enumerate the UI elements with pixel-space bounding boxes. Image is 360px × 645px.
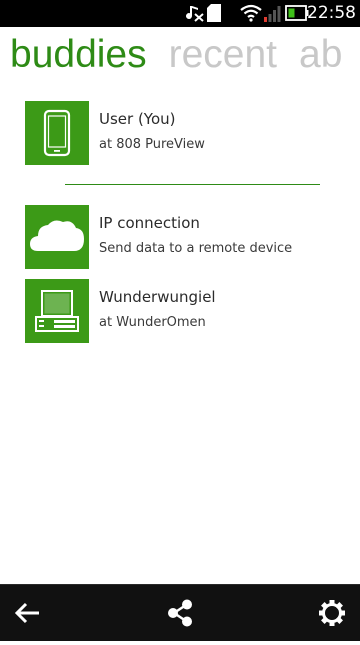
- status-bar: 22:58: [0, 0, 360, 27]
- buddy-title: User (You): [99, 110, 176, 128]
- buddy-subtitle: at 808 PureView: [99, 137, 205, 152]
- back-button[interactable]: [0, 585, 56, 641]
- share-icon: [168, 599, 192, 627]
- share-button[interactable]: [152, 585, 208, 641]
- phone-icon: [25, 101, 89, 165]
- cloud-icon: [25, 205, 89, 269]
- wifi-icon: [240, 4, 262, 26]
- buddy-subtitle: at WunderOmen: [99, 315, 206, 330]
- pivot-header: buddies recent ab: [0, 27, 360, 87]
- divider: [65, 184, 320, 185]
- music-note-off-icon: [186, 4, 204, 26]
- clock: 22:58: [307, 3, 356, 23]
- battery-icon: [285, 4, 309, 26]
- buddy-subtitle: Send data to a remote device: [99, 241, 293, 256]
- buddy-title: Wunderwungiel: [99, 288, 216, 306]
- sd-card-icon: [206, 4, 222, 26]
- buddy-item-ip-connection[interactable]: IP connection Send data to a remote devi…: [25, 205, 345, 269]
- settings-gear-icon: [319, 600, 345, 626]
- computer-icon: [25, 279, 89, 343]
- settings-button[interactable]: [304, 585, 360, 641]
- buddy-item-user[interactable]: User (You) at 808 PureView: [25, 101, 345, 165]
- buddy-title: IP connection: [99, 214, 200, 232]
- bottom-toolbar: [0, 584, 360, 641]
- buddy-item-wunderwungiel[interactable]: Wunderwungiel at WunderOmen: [25, 279, 345, 343]
- back-arrow-icon: [14, 602, 39, 624]
- tab-buddies[interactable]: buddies: [10, 30, 147, 80]
- signal-icon: [263, 4, 283, 26]
- tab-about[interactable]: ab: [299, 30, 342, 80]
- tab-recent[interactable]: recent: [169, 30, 277, 80]
